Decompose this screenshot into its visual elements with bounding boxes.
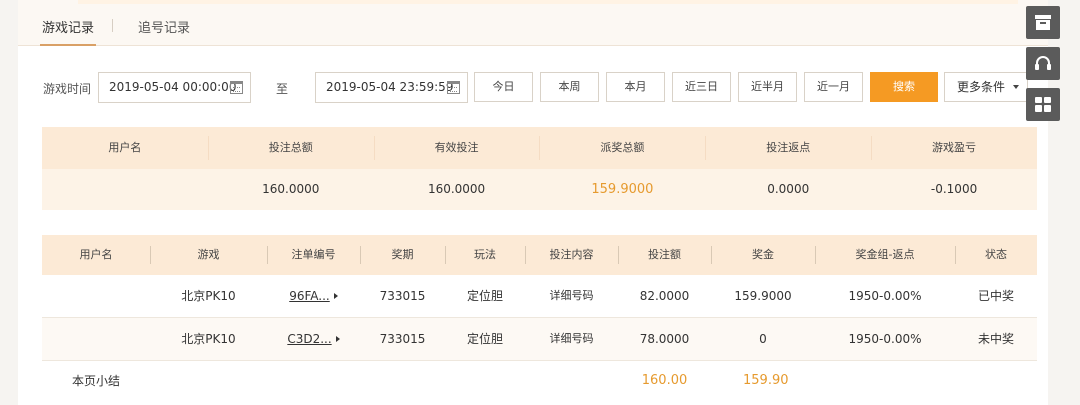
archive-button[interactable]: [1026, 6, 1060, 39]
arrow-right-icon: [335, 336, 340, 342]
apps-button[interactable]: [1026, 88, 1060, 121]
subtotal-prize: 159.90: [743, 373, 789, 388]
last-half-month-button[interactable]: 近半月: [738, 72, 797, 102]
row-group: 1950-0.00%: [848, 289, 922, 303]
summary-row: 160.0000 160.0000 159.9000 0.0000 -0.100…: [42, 169, 1037, 210]
subtotal-row: 本页小结 160.00 159.90: [42, 361, 1037, 403]
end-date-input[interactable]: 2019-05-04 23:59:59: [315, 72, 468, 103]
detail-header-content: 投注内容: [549, 248, 594, 261]
more-conditions-button[interactable]: 更多条件: [944, 72, 1028, 102]
summary-header-total-bet: 投注总额: [207, 127, 374, 169]
caret-down-icon: [1013, 85, 1019, 89]
row-status: 未中奖: [977, 332, 1014, 346]
row-issue: 733015: [379, 289, 426, 303]
tab-game-records[interactable]: 游戏记录: [40, 17, 97, 46]
summary-user: [42, 169, 208, 210]
row-group: 1950-0.00%: [848, 332, 922, 346]
last-month-button[interactable]: 近一月: [804, 72, 863, 102]
row-play: 定位胆: [466, 332, 503, 346]
summary-table: 用户名 投注总额 有效投注 派奖总额 投注返点 游戏盈亏 160.0000 16…: [42, 127, 1037, 210]
search-button[interactable]: 搜索: [870, 72, 938, 102]
row-bet: 82.0000: [639, 289, 690, 303]
arrow-right-icon: [333, 293, 338, 299]
start-date-input[interactable]: 2019-05-04 00:00:00: [98, 72, 251, 103]
to-label: 至: [276, 82, 289, 96]
customer-service-button[interactable]: [1026, 47, 1060, 80]
table-row[interactable]: 北京PK10 C3D2... 733015 定位胆 详细号码 78.0000 0…: [42, 318, 1037, 360]
time-label: 游戏时间: [43, 82, 92, 96]
row-game: 北京PK10: [181, 289, 236, 303]
detail-header-bet: 投注额: [648, 248, 681, 261]
row-prize: 0: [759, 332, 767, 346]
calendar-icon[interactable]: [230, 81, 243, 94]
summary-profit: -0.1000: [930, 182, 978, 196]
row-content-link[interactable]: 详细号码: [525, 275, 618, 317]
table-row[interactable]: 北京PK10 96FA... 733015 定位胆 详细号码 82.0000 1…: [42, 275, 1037, 317]
row-play: 定位胆: [466, 289, 503, 303]
row-bet: 78.0000: [639, 332, 690, 346]
row-content-link[interactable]: 详细号码: [525, 318, 618, 360]
detail-header-group: 奖金组-返点: [855, 248, 915, 261]
tab-bar: 游戏记录 追号记录: [18, 0, 1048, 46]
today-button[interactable]: 今日: [474, 72, 533, 102]
row-order[interactable]: 96FA...: [267, 275, 360, 317]
summary-header-valid-bet: 有效投注: [373, 127, 540, 169]
detail-header-order: 注单编号: [291, 248, 336, 261]
summary-total-bet: 160.0000: [262, 182, 320, 196]
this-week-button[interactable]: 本周: [540, 72, 599, 102]
headset-icon: [1035, 56, 1051, 70]
summary-header-rebate: 投注返点: [705, 127, 871, 169]
grid-icon: [1035, 97, 1051, 112]
bet-detail-table: 用户名 游戏 注单编号 奖期 玩法 投注内容 投注额 奖金 奖金组-返点 状态 …: [42, 235, 1037, 405]
subtotal-bet: 160.00: [641, 373, 688, 388]
start-date-value: 2019-05-04 00:00:00: [109, 80, 237, 94]
tab-separator: [112, 19, 113, 32]
more-conditions-label: 更多条件: [957, 80, 1006, 94]
this-month-button[interactable]: 本月: [606, 72, 665, 102]
summary-total-payout: 159.9000: [591, 182, 654, 197]
end-date-value: 2019-05-04 23:59:59: [326, 80, 454, 94]
order-link[interactable]: C3D2...: [287, 332, 331, 346]
detail-header-game: 游戏: [197, 248, 220, 261]
calendar-icon[interactable]: [447, 81, 460, 94]
detail-header: 用户名 游戏 注单编号 奖期 玩法 投注内容 投注额 奖金 奖金组-返点 状态: [42, 235, 1037, 275]
order-link[interactable]: 96FA...: [289, 289, 330, 303]
summary-header-user: 用户名: [108, 141, 142, 154]
summary-rebate: 0.0000: [767, 182, 810, 196]
row-prize: 159.9000: [734, 289, 792, 303]
subtotal-label: 本页小结: [71, 374, 120, 388]
detail-header-status: 状态: [985, 248, 1007, 261]
tab-chase-records[interactable]: 追号记录: [136, 17, 192, 46]
detail-header-play: 玩法: [474, 248, 496, 261]
detail-header-issue: 奖期: [391, 248, 414, 261]
summary-header-total-payout: 派奖总额: [539, 127, 705, 169]
row-game: 北京PK10: [181, 332, 236, 346]
summary-header-profit: 游戏盈亏: [871, 127, 1037, 169]
game-records-page: 游戏记录 追号记录 游戏时间 2019-05-04 00:00:00 至 201…: [18, 0, 1048, 405]
top-decoration: [78, 0, 1018, 4]
summary-header: 用户名 投注总额 有效投注 派奖总额 投注返点 游戏盈亏: [42, 127, 1037, 169]
summary-valid-bet: 160.0000: [427, 182, 486, 196]
detail-header-user: 用户名: [79, 248, 113, 261]
row-issue: 733015: [379, 332, 426, 346]
detail-header-prize: 奖金: [752, 248, 774, 261]
archive-icon: [1035, 15, 1051, 30]
row-status: 已中奖: [977, 289, 1014, 303]
last-3-days-button[interactable]: 近三日: [672, 72, 731, 102]
row-order[interactable]: C3D2...: [267, 318, 360, 360]
